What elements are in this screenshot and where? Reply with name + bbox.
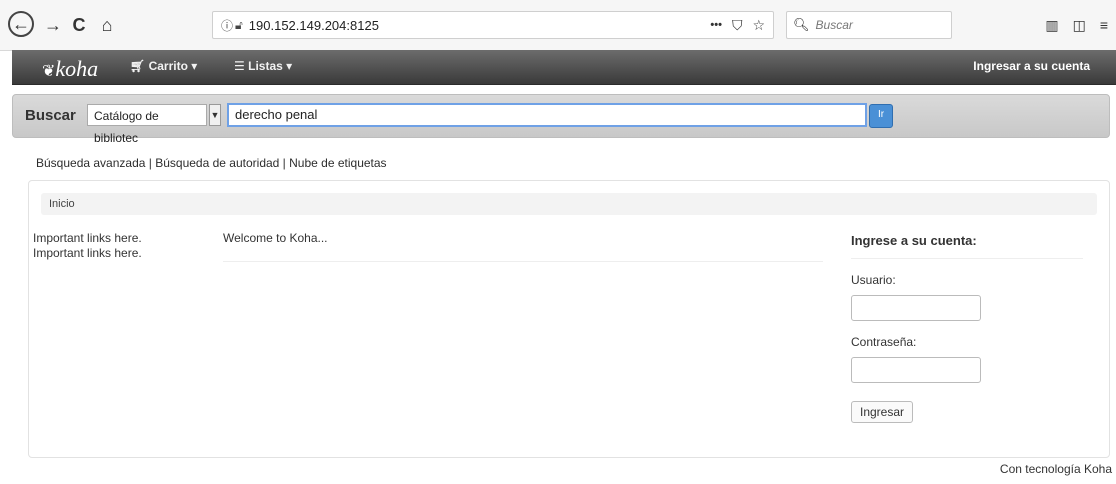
- welcome-text: Welcome to Koha...: [223, 231, 328, 245]
- divider: [223, 261, 823, 262]
- important-links: Important links here. Important links he…: [33, 231, 142, 261]
- back-button[interactable]: ←: [8, 11, 34, 37]
- back-arrow-icon: ←: [12, 13, 30, 34]
- link-separator: |: [279, 156, 290, 170]
- search-go-button[interactable]: Ir: [869, 104, 893, 128]
- bookmark-star-icon[interactable]: ☆: [752, 17, 765, 34]
- main-content: Inicio Important links here. Important l…: [28, 180, 1110, 458]
- lists-label: Listas: [248, 59, 283, 73]
- pocket-icon[interactable]: ⛉: [732, 17, 743, 34]
- login-link[interactable]: Ingresar a su cuenta: [973, 59, 1090, 73]
- authority-search-link[interactable]: Búsqueda de autoridad: [155, 156, 279, 170]
- koha-logo[interactable]: ❦koha: [42, 56, 98, 82]
- reload-icon: C: [72, 14, 86, 35]
- reload-button[interactable]: C: [66, 12, 92, 38]
- powered-by-koha[interactable]: Con tecnología Koha: [1000, 462, 1112, 476]
- lists-caret-icon: ▾: [286, 59, 293, 73]
- forward-button[interactable]: →: [40, 12, 66, 38]
- login-submit-button[interactable]: Ingresar: [851, 401, 914, 423]
- cart-menu[interactable]: 🛒︎ Carrito ▾: [130, 59, 197, 73]
- koha-logo-text: koha: [55, 56, 99, 81]
- koha-navbar: ❦koha 🛒︎ Carrito ▾ ☰ Listas ▾ Ingresar a…: [12, 50, 1116, 85]
- search-input[interactable]: derecho penal: [227, 103, 867, 127]
- browser-right-tools: ▥ ◫ ≡: [1045, 12, 1108, 38]
- password-field[interactable]: [851, 357, 981, 383]
- library-icon[interactable]: ▥: [1045, 17, 1058, 34]
- breadcrumb-home-link[interactable]: Inicio: [49, 198, 75, 210]
- forward-arrow-icon: →: [44, 14, 62, 35]
- search-links: Búsqueda avanzada | Búsqueda de autorida…: [36, 156, 387, 170]
- username-label: Usuario:: [851, 273, 896, 287]
- urlbar-actions: ••• ⛉ ☆: [710, 12, 765, 38]
- search-panel: Buscar Catálogo de bibliotec ▼ derecho p…: [12, 94, 1110, 145]
- url-text[interactable]: 190.152.149.204:8125: [249, 18, 379, 33]
- password-label: Contraseña:: [851, 335, 917, 349]
- lists-menu[interactable]: ☰ Listas ▾: [234, 59, 292, 73]
- cart-icon: 🛒︎: [130, 59, 146, 73]
- cart-label: Carrito: [148, 59, 188, 73]
- login-form: Ingrese a su cuenta: Usuario: Contraseña…: [851, 233, 1091, 423]
- browser-search-placeholder: Buscar: [815, 18, 853, 32]
- divider: [851, 258, 1083, 259]
- browser-search-field[interactable]: 🔍︎ Buscar: [786, 11, 952, 39]
- browser-toolbar: ← → C ⌂ ⓘ 🔓︎ 190.152.149.204:8125 ••• ⛉ …: [0, 0, 1116, 51]
- list-icon: ☰: [234, 59, 245, 73]
- hamburger-menu-icon[interactable]: ≡: [1100, 17, 1108, 33]
- insecure-lock-icon: 🔓︎: [235, 17, 243, 32]
- username-field[interactable]: [851, 295, 981, 321]
- koha-leaf-icon: ❦: [42, 63, 56, 80]
- cart-caret-icon: ▾: [191, 59, 198, 73]
- login-heading: Ingrese a su cuenta:: [851, 233, 977, 248]
- search-icon: 🔍︎: [793, 17, 810, 32]
- page-actions-menu-icon[interactable]: •••: [710, 19, 722, 31]
- search-label: Buscar: [25, 107, 76, 124]
- important-link[interactable]: Important links here.: [33, 231, 142, 246]
- breadcrumb: Inicio: [41, 193, 1097, 215]
- important-link[interactable]: Important links here.: [33, 246, 142, 261]
- sidebar-icon[interactable]: ◫: [1073, 17, 1086, 34]
- chevron-down-icon[interactable]: ▼: [209, 104, 221, 126]
- info-icon[interactable]: ⓘ: [221, 17, 233, 34]
- home-button[interactable]: ⌂: [94, 12, 120, 38]
- home-icon: ⌂: [101, 14, 113, 35]
- catalog-select[interactable]: Catálogo de bibliotec: [87, 104, 207, 145]
- tag-cloud-link[interactable]: Nube de etiquetas: [289, 156, 386, 170]
- link-separator: |: [145, 156, 156, 170]
- address-bar[interactable]: ⓘ 🔓︎ 190.152.149.204:8125 ••• ⛉ ☆: [212, 11, 774, 39]
- advanced-search-link[interactable]: Búsqueda avanzada: [36, 156, 145, 170]
